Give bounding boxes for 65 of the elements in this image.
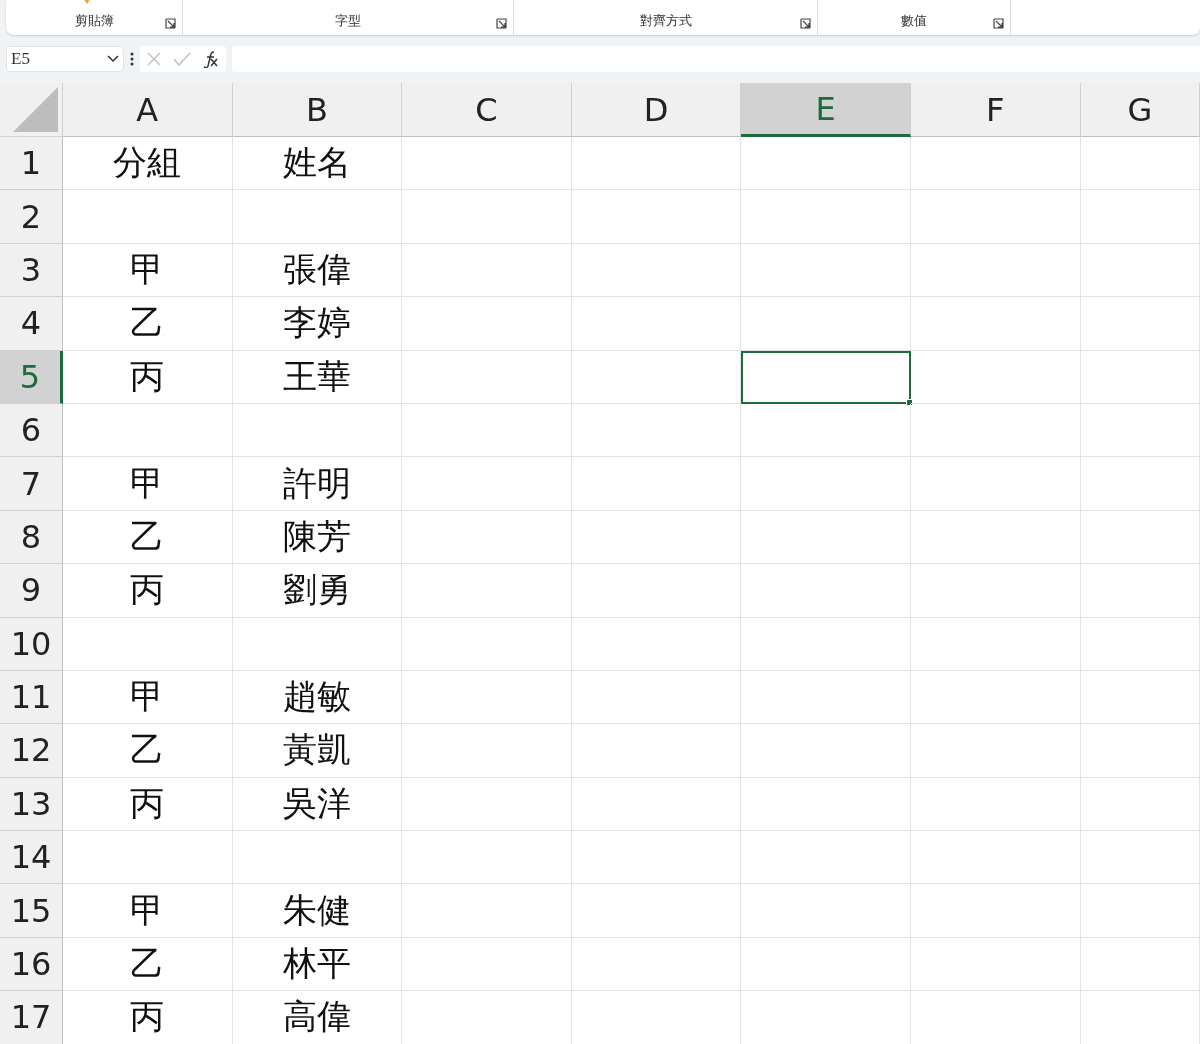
table-cell: 丙 [63, 991, 233, 1044]
table-cell: 乙 [63, 937, 233, 992]
row-header[interactable]: 8 [0, 510, 63, 565]
row-header[interactable]: 13 [0, 777, 63, 832]
table-cell: 趙敏 [232, 670, 403, 725]
group-label: 對齊方式 [639, 12, 692, 30]
function-icon[interactable] [202, 50, 221, 68]
row-header[interactable]: 12 [0, 724, 63, 778]
table-cell: 分組 [63, 137, 233, 191]
row-header[interactable]: 3 [0, 243, 63, 298]
dialog-launcher-icon[interactable] [800, 18, 811, 29]
fill-handle[interactable] [905, 398, 913, 406]
table-cell: 高偉 [232, 991, 403, 1044]
row-header[interactable]: 4 [0, 297, 63, 351]
checkmark-icon[interactable] [173, 52, 191, 66]
row-header[interactable]: 14 [0, 831, 63, 885]
row-header[interactable]: 5 [0, 350, 63, 404]
table-cell: 劉勇 [232, 564, 403, 618]
column-header[interactable]: C [402, 83, 572, 137]
table-cell: 許明 [232, 457, 403, 511]
table-cell: 乙 [63, 724, 233, 778]
row-header[interactable]: 7 [0, 457, 63, 511]
active-cell[interactable] [741, 350, 911, 404]
column-header[interactable]: D [571, 83, 742, 137]
column-header[interactable]: F [910, 83, 1081, 137]
table-cell: 丙 [63, 564, 233, 618]
table-cell: 丙 [63, 350, 233, 404]
table-cell: 吳洋 [232, 777, 403, 832]
table-cell: 朱健 [232, 884, 403, 938]
table-cell: 黃凱 [232, 724, 403, 778]
table-cell: 丙 [63, 777, 233, 832]
column-header[interactable]: G [1080, 83, 1200, 137]
row-header[interactable]: 10 [0, 617, 63, 671]
chevron-down-icon[interactable] [107, 55, 119, 63]
group-label: 數值 [901, 12, 927, 30]
table-cell: 甲 [63, 457, 233, 511]
row-header[interactable]: 15 [0, 884, 63, 938]
table-cell: 甲 [63, 243, 233, 298]
table-cell: 甲 [63, 670, 233, 725]
name-box[interactable]: E5 [6, 46, 124, 72]
table-cell: 王華 [232, 350, 403, 404]
more-options-icon[interactable] [130, 52, 134, 66]
table-cell: 李婷 [232, 297, 403, 351]
row-header[interactable]: 1 [0, 137, 63, 191]
row-header[interactable]: 9 [0, 564, 63, 618]
dialog-launcher-icon[interactable] [496, 18, 507, 29]
group-label: 剪貼簿 [74, 12, 114, 30]
table-cell: 甲 [63, 884, 233, 938]
row-header[interactable]: 6 [0, 403, 63, 458]
row-header[interactable]: 11 [0, 670, 63, 725]
table-cell: 乙 [63, 510, 233, 565]
table-cell: 乙 [63, 297, 233, 351]
row-header[interactable]: 16 [0, 937, 63, 992]
row-header[interactable]: 2 [0, 190, 63, 244]
dialog-launcher-icon[interactable] [993, 18, 1004, 29]
table-cell: 林平 [232, 937, 403, 992]
column-header[interactable]: A [63, 83, 233, 137]
table-cell: 陳芳 [232, 510, 403, 565]
column-header[interactable]: B [232, 83, 403, 137]
table-cell: 姓名 [232, 137, 403, 191]
dialog-launcher-icon[interactable] [165, 18, 176, 29]
table-cell: 張偉 [232, 243, 403, 298]
column-header[interactable]: E [741, 83, 911, 137]
row-header[interactable]: 17 [0, 991, 63, 1044]
group-label: 字型 [335, 12, 361, 30]
